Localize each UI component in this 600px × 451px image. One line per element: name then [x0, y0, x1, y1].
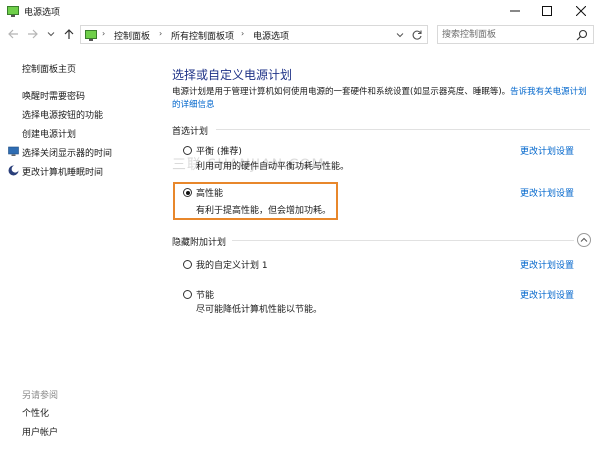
plan-desc-balanced: 利用可用的硬件自动平衡功耗与性能。: [196, 162, 350, 172]
minimize-icon: [510, 10, 520, 12]
section-divider: [232, 240, 574, 241]
display-icon: [8, 146, 19, 156]
breadcrumb-separator-icon: ›: [241, 29, 245, 38]
plan-radio-power-saver[interactable]: [183, 290, 192, 299]
section-divider: [216, 129, 590, 130]
breadcrumb-separator-icon: ›: [159, 29, 163, 38]
chevron-down-icon: [47, 32, 55, 37]
hidden-plans-label: 隐藏附加计划: [172, 238, 227, 248]
plan-name-custom-1: 我的自定义计划 1: [196, 261, 268, 271]
plan-name-balanced: 平衡 (推荐): [196, 147, 242, 157]
close-button[interactable]: [564, 0, 598, 22]
change-plan-settings-balanced[interactable]: 更改计划设置: [520, 144, 574, 157]
moon-icon: [8, 165, 19, 176]
plan-desc-high-performance: 有利于提高性能，但会增加功耗。: [196, 206, 332, 216]
change-plan-settings-power-saver[interactable]: 更改计划设置: [520, 288, 574, 301]
see-also-label: 另请参阅: [22, 391, 59, 401]
plan-desc-power-saver: 尽可能降低计算机性能以节能。: [196, 305, 323, 315]
sidebar-item-personalization[interactable]: 个性化: [22, 406, 49, 419]
sidebar-item-display-off[interactable]: 选择关闭显示器的时间: [22, 146, 112, 159]
maximize-icon: [542, 6, 552, 16]
navigation-bar: › 控制面板 › 所有控制面板项 › 电源选项: [0, 24, 600, 46]
sidebar-item-user-accounts[interactable]: 用户帐户: [22, 425, 58, 438]
description-text: 电源计划是用于管理计算机如何使用电源的一套硬件和系统设置(如显示器亮度、睡眠等)…: [172, 87, 511, 97]
sidebar-item-control-panel-home[interactable]: 控制面板主页: [22, 62, 76, 75]
chevron-up-icon: [580, 237, 588, 242]
chevron-down-icon[interactable]: [395, 30, 405, 40]
control-panel-icon: [85, 30, 97, 41]
collapse-hidden-plans-button[interactable]: [577, 233, 591, 247]
address-bar[interactable]: › 控制面板 › 所有控制面板项 › 电源选项: [80, 25, 428, 44]
arrow-left-icon: [8, 29, 18, 39]
arrow-up-icon: [64, 29, 74, 39]
maximize-button[interactable]: [530, 0, 564, 22]
page-title: 选择或自定义电源计划: [172, 68, 293, 82]
change-plan-settings-custom-1[interactable]: 更改计划设置: [520, 258, 574, 271]
window-title: 电源选项: [24, 8, 61, 18]
power-options-icon: [7, 6, 19, 17]
sidebar-item-sleep-time[interactable]: 更改计算机睡眠时间: [22, 165, 103, 178]
refresh-icon[interactable]: [411, 29, 423, 41]
up-button[interactable]: [62, 27, 76, 41]
plan-radio-custom-1[interactable]: [183, 260, 192, 269]
breadcrumb-all-items[interactable]: 所有控制面板项: [171, 29, 234, 42]
breadcrumb-power-options[interactable]: 电源选项: [253, 29, 289, 42]
change-plan-settings-high-performance[interactable]: 更改计划设置: [520, 186, 574, 199]
close-icon: [576, 6, 586, 16]
search-icon[interactable]: [576, 29, 588, 41]
plan-radio-high-performance[interactable]: [183, 188, 192, 197]
arrow-right-icon: [28, 29, 38, 39]
plan-name-high-performance: 高性能: [196, 189, 224, 199]
recent-locations-button[interactable]: [44, 27, 58, 41]
forward-button[interactable]: [26, 27, 40, 41]
minimize-button[interactable]: [498, 0, 532, 22]
preferred-plans-label: 首选计划: [172, 127, 209, 137]
plan-name-power-saver: 节能: [196, 291, 215, 301]
sidebar-item-create-plan[interactable]: 创建电源计划: [22, 127, 76, 140]
search-input[interactable]: [442, 28, 570, 41]
breadcrumb-separator-icon: ›: [102, 29, 106, 38]
page-description: 电源计划是用于管理计算机如何使用电源的一套硬件和系统设置(如显示器亮度、睡眠等)…: [172, 86, 592, 112]
title-bar: 电源选项: [0, 0, 600, 22]
back-button[interactable]: [6, 27, 20, 41]
plan-radio-balanced[interactable]: [183, 146, 192, 155]
sidebar-item-wakeup-password[interactable]: 唤醒时需要密码: [22, 89, 85, 102]
breadcrumb-control-panel[interactable]: 控制面板: [114, 29, 150, 42]
search-box[interactable]: [437, 25, 594, 44]
sidebar-item-power-button[interactable]: 选择电源按钮的功能: [22, 108, 103, 121]
